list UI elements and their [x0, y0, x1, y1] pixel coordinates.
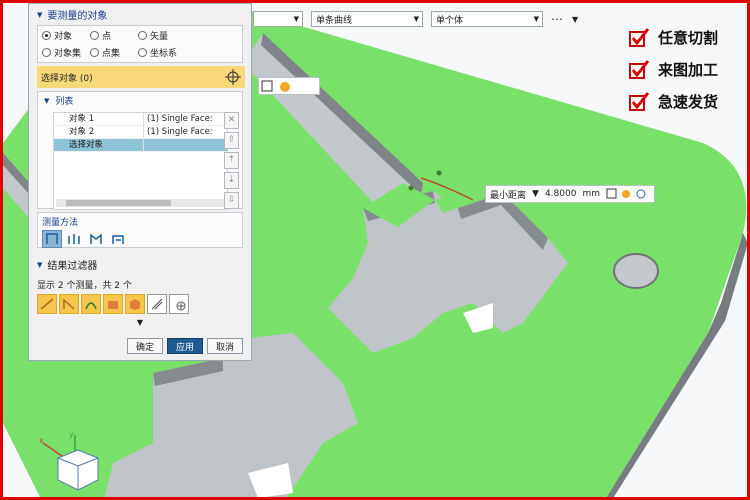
select-object-row[interactable]: 选择对象 (0)	[37, 66, 245, 88]
display-icon[interactable]	[261, 80, 273, 92]
radio-button-icon[interactable]	[42, 48, 51, 57]
area-method-icon[interactable]	[108, 230, 128, 248]
ok-button[interactable]: 确定	[126, 338, 163, 354]
chevron-down-icon: ▼	[293, 15, 299, 23]
list-side-buttons: ✕ ⇧ ⇡ ⇣ ⇩	[224, 112, 239, 209]
filter-header[interactable]: ▼ 结果过滤器	[29, 254, 251, 275]
angle-method-icon[interactable]	[64, 230, 84, 248]
filter-edge-icon[interactable]	[147, 294, 167, 314]
delete-icon[interactable]: ✕	[224, 112, 239, 129]
radio-button-icon[interactable]	[90, 48, 99, 57]
promo-badges: 任意切割 来图加工 急速发货	[628, 27, 718, 112]
measure-dialog: ▼ 要测量的对象 对象 点 矢量 对象集 点集 坐标系 选择对象 (0) ▼ 列…	[28, 3, 252, 361]
radio-button-icon[interactable]	[138, 48, 147, 57]
view-icon[interactable]	[621, 190, 630, 198]
search-icon[interactable]	[636, 189, 646, 199]
checkbox-check-icon	[629, 91, 650, 111]
filter-count: 显示 2 个测量，共 2 个	[37, 281, 132, 291]
checkbox-check-icon	[629, 27, 650, 47]
filter-curve-icon[interactable]	[81, 294, 101, 314]
list-item[interactable]: 对象 1 (1) Single Face:	[54, 112, 227, 126]
badge-item: 任意切割	[628, 27, 718, 48]
chevron-down-icon: ▼	[413, 15, 419, 23]
select-object-label: 选择对象 (0)	[41, 73, 93, 84]
filter-face-icon[interactable]	[103, 294, 123, 314]
list-item[interactable]: 对象 2 (1) Single Face:	[54, 125, 227, 139]
selection-filter-bar: ▼ 单条曲线 ▼ 单个体 ▼ ⋯ ▼	[253, 9, 578, 29]
dropdown-arrow-icon[interactable]: ▼	[572, 15, 578, 24]
dialog-buttons: 确定 应用 取消	[126, 338, 243, 354]
scroll-thumb[interactable]	[66, 200, 171, 206]
list-header[interactable]: ▼ 列表	[38, 92, 242, 109]
radio-button-icon[interactable]	[138, 31, 147, 40]
measure-value[interactable]: 4.8000	[545, 189, 577, 199]
collapse-triangle-icon[interactable]: ▼	[37, 11, 42, 19]
measure-unit: mm	[582, 189, 600, 199]
more-options-icon[interactable]: ⋯	[551, 12, 564, 26]
result-filter-section: ▼ 结果过滤器 显示 2 个测量，共 2 个 ▼	[29, 254, 251, 327]
view-icon[interactable]	[280, 82, 290, 92]
collapse-triangle-icon[interactable]: ▼	[44, 97, 49, 105]
section-title: 要测量的对象	[47, 11, 108, 22]
radio-button-icon[interactable]	[42, 31, 51, 40]
radio-point[interactable]: 点	[90, 29, 138, 42]
body-rule-combo[interactable]: 单个体 ▼	[431, 11, 543, 27]
chevron-down-icon[interactable]: ▼	[532, 189, 539, 199]
radius-method-icon[interactable]	[86, 230, 106, 248]
radio-button-icon[interactable]	[90, 31, 99, 40]
apply-button[interactable]: 应用	[166, 338, 203, 354]
collapse-triangle-icon[interactable]: ▼	[37, 261, 42, 269]
measure-readout: 最小距离 ▼ 4.8000 mm	[485, 185, 655, 203]
filter-distance-icon[interactable]	[37, 294, 57, 314]
display-icon[interactable]	[606, 188, 617, 199]
filter-body-icon[interactable]	[125, 294, 145, 314]
object-type-radios: 对象 点 矢量 对象集 点集 坐标系	[37, 25, 243, 63]
radio-csys[interactable]: 坐标系	[138, 46, 218, 59]
move-top-icon[interactable]: ⇧	[224, 132, 239, 149]
mini-toolbar	[258, 77, 320, 95]
cancel-button[interactable]: 取消	[206, 338, 243, 354]
list-panel: ▼ 列表 对象 1 (1) Single Face: 对象 2 (1) Single…	[37, 91, 243, 210]
move-up-icon[interactable]: ⇡	[224, 152, 239, 169]
screenshot-frame: x y ▼ 单条曲线 ▼ 单个体 ▼ ⋯ ▼ ▼ 要测量的对象 对象 点 矢量 …	[0, 0, 750, 500]
expand-more-icon[interactable]: ▼	[29, 318, 251, 327]
svg-text:x: x	[39, 436, 44, 445]
measure-mode[interactable]: 最小距离	[490, 188, 526, 201]
readout-icons	[606, 188, 646, 199]
measure-method-group: 测量方法	[37, 212, 243, 248]
radio-object-set[interactable]: 对象集	[42, 46, 90, 59]
crosshair-icon[interactable]	[225, 69, 241, 85]
filter-icons	[29, 294, 251, 314]
type-filter-combo[interactable]: ▼	[253, 11, 303, 27]
method-label: 测量方法	[42, 218, 79, 228]
list-item-selected[interactable]: 选择对象	[54, 138, 227, 152]
distance-method-icon[interactable]	[42, 230, 62, 248]
svg-text:y: y	[69, 430, 74, 439]
curve-rule-combo[interactable]: 单条曲线 ▼	[311, 11, 423, 27]
move-bottom-icon[interactable]: ⇩	[224, 192, 239, 209]
objects-section-header[interactable]: ▼ 要测量的对象	[29, 4, 251, 25]
chevron-down-icon: ▼	[533, 15, 539, 23]
move-down-icon[interactable]: ⇣	[224, 172, 239, 189]
horizontal-scrollbar[interactable]	[56, 199, 226, 207]
filter-angle-icon[interactable]	[59, 294, 79, 314]
filter-add-icon[interactable]	[169, 294, 189, 314]
radio-object[interactable]: 对象	[42, 29, 90, 42]
badge-item: 急速发货	[628, 91, 718, 112]
radio-point-set[interactable]: 点集	[90, 46, 138, 59]
badge-item: 来图加工	[628, 59, 718, 80]
object-list: 对象 1 (1) Single Face: 对象 2 (1) Single Face…	[53, 112, 228, 210]
radio-vector[interactable]: 矢量	[138, 29, 218, 42]
checkbox-check-icon	[629, 59, 650, 79]
